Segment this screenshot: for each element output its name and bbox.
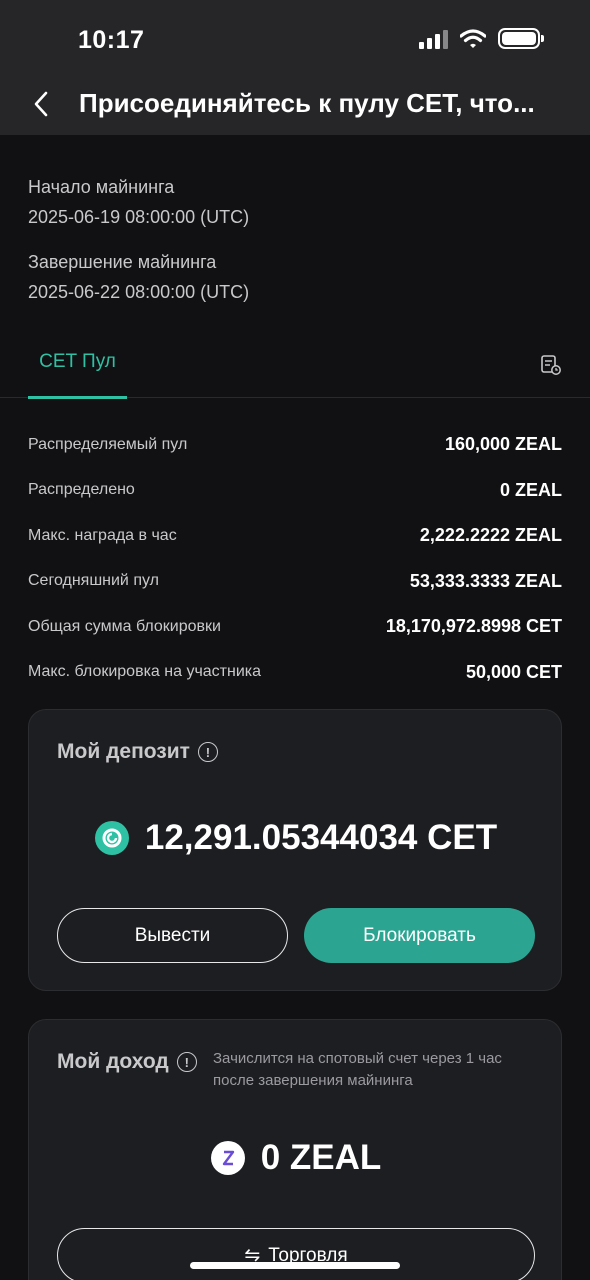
battery-icon (498, 28, 544, 49)
stat-label: Общая сумма блокировки (28, 617, 221, 635)
mining-end-value: 2025-06-22 08:00:00 (UTC) (28, 282, 250, 302)
stat-label: Распределяемый пул (28, 435, 188, 453)
mining-end-label: Завершение майнинга (28, 252, 217, 272)
mining-start-value: 2025-06-19 08:00:00 (UTC) (28, 207, 250, 227)
income-title-row: Мой доход ! (57, 1050, 197, 1074)
back-icon[interactable] (28, 88, 56, 120)
stat-label: Сегодняшний пул (28, 572, 159, 590)
mining-dates: Начало майнинга 2025-06-19 08:00:00 (UTC… (28, 175, 249, 304)
stat-label: Макс. награда в час (28, 526, 177, 544)
page-title: Присоединяйтесь к пулу CET, что... (79, 88, 535, 118)
mining-start: Начало майнинга 2025-06-19 08:00:00 (UTC… (28, 175, 249, 229)
stat-label: Макс. блокировка на участника (28, 663, 262, 681)
stat-value: 2,222.2222 ZEAL (419, 525, 562, 546)
deposit-card: Мой депозит ! 12,291.05344034 CET Вывест… (28, 709, 562, 991)
income-note: Зачислится на спотовый счет через 1 час … (213, 1050, 502, 1089)
trade-button[interactable]: ⇋ Торговля (57, 1228, 535, 1280)
stat-row: Сегодняшний пул 53,333.3333 ZEAL (28, 559, 562, 605)
stat-value: 160,000 ZEAL (444, 434, 562, 455)
deposit-amount-row: 12,291.05344034 CET (29, 818, 563, 858)
record-list-icon[interactable] (540, 354, 562, 376)
stat-value: 0 ZEAL (499, 479, 562, 500)
deposit-amount: 12,291.05344034 CET (144, 818, 498, 857)
lock-button[interactable]: Блокировать (304, 908, 535, 963)
stat-value: 18,170,972.8998 CET (385, 616, 562, 637)
signal-icon (419, 29, 448, 49)
income-amount: 0 ZEAL (260, 1138, 382, 1177)
income-amount-row: 0 ZEAL (29, 1138, 563, 1178)
status-time: 10:17 (78, 26, 145, 54)
stat-value: 53,333.3333 ZEAL (409, 570, 562, 591)
zeal-coin-icon (210, 1141, 245, 1175)
info-icon[interactable]: ! (197, 742, 218, 762)
stat-row: Распределено 0 ZEAL (28, 468, 562, 514)
cet-coin-icon (94, 821, 129, 855)
stat-label: Распределено (28, 481, 135, 499)
wifi-icon (460, 28, 486, 48)
withdraw-button[interactable]: Вывести (57, 908, 288, 963)
tab-bar: CET Пул (0, 340, 590, 399)
pool-stats: Распределяемый пул 160,000 ZEAL Распреде… (28, 422, 562, 695)
top-bar: 10:17 Присоединяйтесь к пулу CET, что... (0, 0, 590, 135)
info-icon[interactable]: ! (176, 1052, 197, 1072)
home-indicator (190, 1262, 400, 1269)
status-icons (419, 28, 544, 49)
tab-cet-pool[interactable]: CET Пул (28, 340, 127, 399)
stat-row: Макс. награда в час 2,222.2222 ZEAL (28, 513, 562, 559)
stat-row: Распределяемый пул 160,000 ZEAL (28, 422, 562, 468)
stat-row: Макс. блокировка на участника 50,000 CET (28, 650, 562, 696)
deposit-title: Мой депозит (57, 740, 190, 763)
deposit-title-row: Мой депозит ! (57, 740, 218, 764)
stat-value: 50,000 CET (465, 661, 562, 682)
income-title: Мой доход (57, 1050, 169, 1073)
stat-row: Общая сумма блокировки 18,170,972.8998 C… (28, 604, 562, 650)
mining-end: Завершение майнинга 2025-06-22 08:00:00 … (28, 250, 249, 304)
mining-start-label: Начало майнинга (28, 177, 175, 197)
income-card: Мой доход ! Зачислится на спотовый счет … (28, 1019, 562, 1280)
